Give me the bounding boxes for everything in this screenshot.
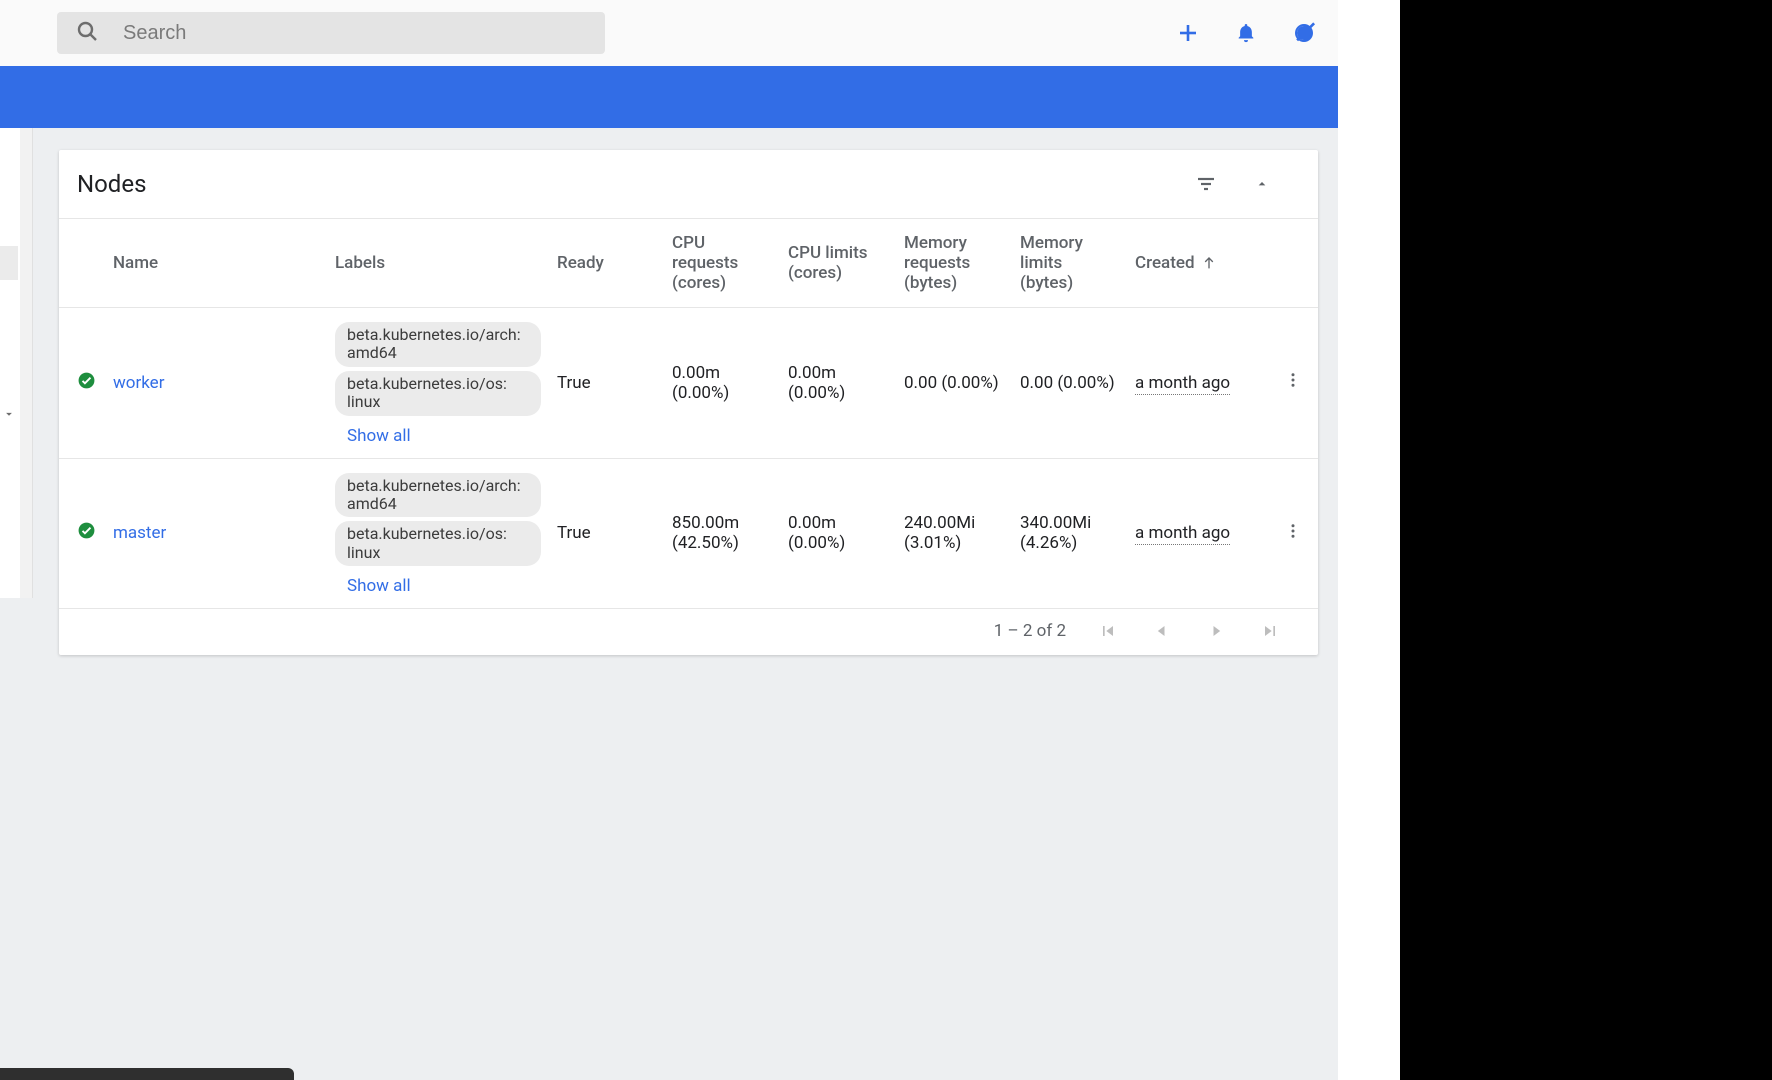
- cell-cpu-lim: 0.00m (0.00%): [780, 308, 896, 459]
- window-right-margin: [1338, 0, 1772, 1080]
- status-ok-icon: [77, 375, 96, 395]
- node-link[interactable]: worker: [113, 373, 164, 393]
- status-ok-icon: [77, 525, 96, 545]
- page-last-icon[interactable]: [1258, 619, 1282, 643]
- table-row: worker beta.kubernetes.io/arch: amd64bet…: [59, 308, 1318, 459]
- show-all-link[interactable]: Show all: [335, 570, 423, 598]
- snackbar: [0, 1068, 294, 1080]
- pagination: 1 – 2 of 2: [59, 609, 1318, 655]
- filter-icon[interactable]: [1190, 168, 1222, 200]
- card-header: Nodes: [59, 150, 1318, 219]
- col-mem-req[interactable]: Memory requests (bytes): [896, 219, 1012, 308]
- secondary-toolbar: [0, 66, 1338, 128]
- page-prev-icon[interactable]: [1150, 619, 1174, 643]
- topbar: [0, 0, 1338, 66]
- col-created-label: Created: [1135, 253, 1195, 273]
- col-cpu-req[interactable]: CPU requests (cores): [664, 219, 780, 308]
- col-labels[interactable]: Labels: [327, 219, 549, 308]
- notifications-icon[interactable]: [1232, 19, 1260, 47]
- cell-cpu-req: 850.00m (42.50%): [664, 458, 780, 609]
- pagination-range: 1 – 2 of 2: [994, 621, 1066, 641]
- col-created[interactable]: Created: [1127, 219, 1268, 308]
- node-link[interactable]: master: [113, 523, 166, 543]
- col-mem-lim[interactable]: Memory limits (bytes): [1012, 219, 1127, 308]
- collapse-icon[interactable]: [1246, 168, 1278, 200]
- cell-mem-lim: 0.00 (0.00%): [1012, 308, 1127, 459]
- chevron-down-icon[interactable]: [2, 406, 16, 425]
- left-rail: [0, 128, 32, 598]
- create-icon[interactable]: [1174, 19, 1202, 47]
- row-actions-icon[interactable]: [1284, 371, 1302, 389]
- cell-mem-req: 0.00 (0.00%): [896, 308, 1012, 459]
- label-chip: beta.kubernetes.io/os: linux: [335, 371, 541, 416]
- cell-created[interactable]: a month ago: [1135, 523, 1230, 545]
- show-all-link[interactable]: Show all: [335, 420, 423, 448]
- col-cpu-lim[interactable]: CPU limits (cores): [780, 219, 896, 308]
- dark-theme-disabled-icon[interactable]: [1290, 19, 1318, 47]
- label-chip: beta.kubernetes.io/arch: amd64: [335, 322, 541, 367]
- table-row: master beta.kubernetes.io/arch: amd64bet…: [59, 458, 1318, 609]
- cell-ready: True: [549, 458, 664, 609]
- card-title: Nodes: [77, 170, 146, 198]
- nodes-card: Nodes Name Labels Ready CPU requests (co…: [59, 150, 1318, 655]
- search-icon: [75, 19, 99, 47]
- cell-ready: True: [549, 308, 664, 459]
- label-chip: beta.kubernetes.io/arch: amd64: [335, 473, 541, 518]
- search-box[interactable]: [57, 12, 605, 54]
- cell-mem-req: 240.00Mi (3.01%): [896, 458, 1012, 609]
- col-name[interactable]: Name: [105, 219, 327, 308]
- cell-created[interactable]: a month ago: [1135, 373, 1230, 395]
- nodes-table: Name Labels Ready CPU requests (cores) C…: [59, 219, 1318, 609]
- cell-cpu-lim: 0.00m (0.00%): [780, 458, 896, 609]
- cell-cpu-req: 0.00m (0.00%): [664, 308, 780, 459]
- page-first-icon[interactable]: [1096, 619, 1120, 643]
- col-ready[interactable]: Ready: [549, 219, 664, 308]
- cell-mem-lim: 340.00Mi (4.26%): [1012, 458, 1127, 609]
- sort-asc-icon: [1201, 255, 1217, 271]
- label-chip: beta.kubernetes.io/os: linux: [335, 521, 541, 566]
- search-input[interactable]: [123, 22, 587, 45]
- row-actions-icon[interactable]: [1284, 522, 1302, 540]
- page-next-icon[interactable]: [1204, 619, 1228, 643]
